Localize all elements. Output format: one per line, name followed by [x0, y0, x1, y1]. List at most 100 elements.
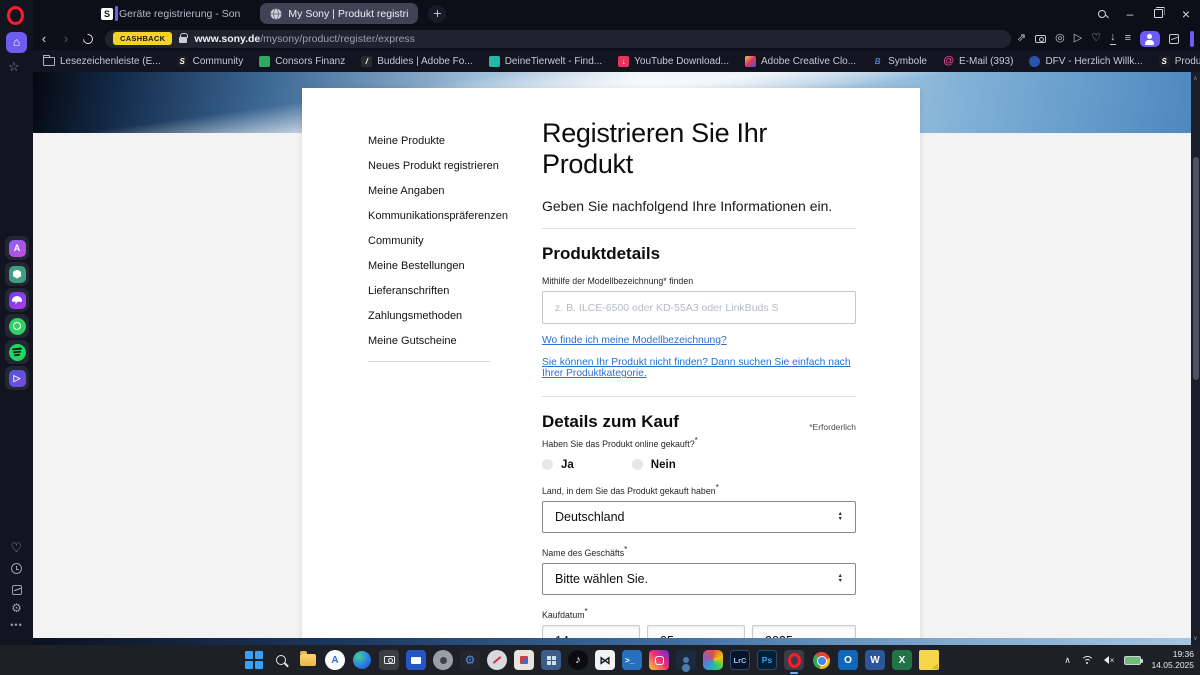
capcut-icon[interactable]: ⋈ — [595, 650, 615, 670]
person-app-icon[interactable] — [676, 650, 696, 670]
opera-menu-logo[interactable] — [7, 6, 24, 25]
battery-icon[interactable] — [1124, 656, 1141, 665]
menu-item-kommunikationspraeferenzen[interactable]: Kommunikationspräferenzen — [368, 203, 508, 228]
photoshop-icon[interactable]: Ps — [757, 650, 777, 670]
product-not-found-link[interactable]: Sie können Ihr Produkt nicht finden? Dan… — [542, 357, 856, 379]
tune-icon[interactable]: ≡ — [1125, 33, 1131, 44]
menu-item-community[interactable]: Community — [368, 228, 508, 253]
word-icon[interactable]: W — [865, 650, 885, 670]
scanner-app-icon[interactable] — [406, 650, 426, 670]
menu-item-meine-produkte[interactable]: Meine Produkte — [368, 128, 508, 153]
camera-app-icon[interactable] — [379, 650, 399, 670]
camera2-app-icon[interactable] — [433, 650, 453, 670]
bookmark-item[interactable]: BSymbole — [872, 56, 927, 67]
cashback-badge[interactable]: CASHBACK — [113, 32, 172, 45]
messenger-icon[interactable] — [5, 288, 29, 312]
download-icon[interactable]: ↓ — [1110, 32, 1116, 45]
bookmark-item[interactable]: Consors Finanz — [259, 56, 345, 67]
star-icon[interactable]: ☆ — [8, 59, 20, 75]
menu-item-meine-bestellungen[interactable]: Meine Bestellungen — [368, 253, 508, 278]
lightroom-classic-icon[interactable]: LrC — [730, 650, 750, 670]
wallet-cube-icon[interactable] — [1169, 34, 1179, 44]
reload-icon[interactable] — [81, 31, 95, 45]
opera-icon[interactable] — [784, 650, 804, 670]
share-icon[interactable]: ⇗ — [1017, 33, 1026, 44]
minimize-button[interactable]: – — [1116, 0, 1144, 27]
restore-button[interactable] — [1144, 0, 1172, 27]
profile-icon[interactable] — [1140, 31, 1160, 47]
radio-nein[interactable] — [632, 459, 643, 470]
bookmark-item[interactable]: @E-Mail (393) — [943, 56, 1013, 67]
app-a-icon[interactable]: A — [325, 650, 345, 670]
settings-icon[interactable]: ⚙ — [0, 601, 33, 615]
clock[interactable]: 19:36 14.05.2025 — [1151, 649, 1194, 672]
radio-ja-label[interactable]: Ja — [561, 459, 574, 471]
tiktok-icon[interactable]: ♪ — [568, 650, 588, 670]
snapshot-icon[interactable] — [1035, 35, 1046, 43]
bookmark-item[interactable]: SProduct Testers — [1159, 56, 1200, 67]
sticky-notes-icon[interactable] — [919, 650, 939, 670]
send-icon[interactable]: ▷ — [1074, 33, 1082, 44]
whatsapp-icon[interactable] — [5, 314, 29, 338]
menu-item-lieferanschriften[interactable]: Lieferanschriften — [368, 278, 508, 303]
file-explorer-icon[interactable] — [298, 650, 318, 670]
country-select[interactable]: Deutschland ▲▼ — [542, 501, 856, 533]
excel-icon[interactable]: X — [892, 650, 912, 670]
outlook-icon[interactable]: O — [838, 650, 858, 670]
badge-icon[interactable]: ◎ — [1055, 33, 1065, 44]
forward-button[interactable]: › — [55, 31, 77, 46]
url-field[interactable]: CASHBACK www.sony.de/mysony/product/regi… — [105, 30, 1011, 48]
menu-item-meine-gutscheine[interactable]: Meine Gutscheine — [368, 328, 508, 353]
adobe-express-icon[interactable] — [703, 650, 723, 670]
spotify-icon[interactable] — [5, 340, 29, 364]
radio-nein-label[interactable]: Nein — [651, 459, 676, 471]
calculator-icon[interactable] — [541, 650, 561, 670]
photos-app-icon[interactable] — [514, 650, 534, 670]
tray-chevron-icon[interactable]: ∧ — [1064, 655, 1071, 666]
bookmark-item[interactable]: ↓YouTube Download... — [618, 56, 729, 67]
model-search-input[interactable] — [542, 291, 856, 324]
compass-app-icon[interactable] — [487, 650, 507, 670]
scroll-down-icon[interactable]: ∨ — [1191, 635, 1200, 642]
history-icon[interactable] — [0, 561, 33, 579]
volume-muted-icon[interactable]: × — [1104, 656, 1115, 665]
gear-app-icon[interactable]: ⚙ — [460, 650, 480, 670]
bookmark-item[interactable]: SCommunity — [177, 56, 244, 67]
bookmark-item[interactable]: /Buddies | Adobe Fo... — [361, 56, 472, 67]
home-icon[interactable]: ⌂ — [6, 32, 27, 53]
edge-icon[interactable] — [352, 650, 372, 670]
bookmark-item[interactable]: Adobe Creative Clo... — [745, 56, 856, 67]
wifi-icon[interactable] — [1081, 656, 1094, 665]
new-tab-button[interactable]: + — [428, 5, 446, 23]
search-icon[interactable] — [1088, 0, 1116, 27]
tab-my-sony[interactable]: My Sony | Produkt registri — [260, 3, 418, 24]
close-button[interactable]: × — [1172, 0, 1200, 27]
bookmark-item[interactable]: Lesezeichenleiste (E... — [43, 56, 161, 67]
instagram-icon[interactable] — [649, 650, 669, 670]
find-model-link[interactable]: Wo finde ich meine Modellbezeichnung? — [542, 335, 856, 346]
scrollbar-thumb[interactable] — [1193, 157, 1199, 380]
panel-toggle[interactable] — [1190, 31, 1194, 47]
player-icon[interactable]: ▷ — [5, 366, 29, 390]
radio-ja[interactable] — [542, 459, 553, 470]
store-select[interactable]: Bitte wählen Sie. ▲▼ — [542, 563, 856, 595]
powershell-icon[interactable]: >_ — [622, 650, 642, 670]
bookmark-item[interactable]: DFV - Herzlich Willk... — [1029, 56, 1142, 67]
start-button[interactable] — [244, 650, 264, 670]
aria-icon[interactable]: A — [5, 236, 29, 260]
heart-icon[interactable]: ♡ — [1091, 33, 1101, 44]
bookmark-item[interactable]: DeineTierwelt - Find... — [489, 56, 602, 67]
menu-item-meine-angaben[interactable]: Meine Angaben — [368, 178, 508, 203]
menu-item-zahlungsmethoden[interactable]: Zahlungsmethoden — [368, 303, 508, 328]
back-button[interactable]: ‹ — [33, 31, 55, 46]
taskbar-search-icon[interactable] — [271, 650, 291, 670]
more-icon[interactable]: ••• — [0, 620, 33, 630]
lock-icon[interactable] — [179, 37, 187, 43]
heart-icon[interactable]: ♡ — [0, 540, 33, 556]
scroll-up-icon[interactable]: ∧ — [1191, 75, 1200, 82]
page-scrollbar[interactable]: ∧ ∨ — [1191, 72, 1200, 645]
chatgpt-icon[interactable] — [5, 262, 29, 286]
extensions-icon[interactable] — [0, 582, 33, 600]
menu-item-neues-produkt-registrieren[interactable]: Neues Produkt registrieren — [368, 153, 508, 178]
chrome-icon[interactable] — [811, 650, 831, 670]
